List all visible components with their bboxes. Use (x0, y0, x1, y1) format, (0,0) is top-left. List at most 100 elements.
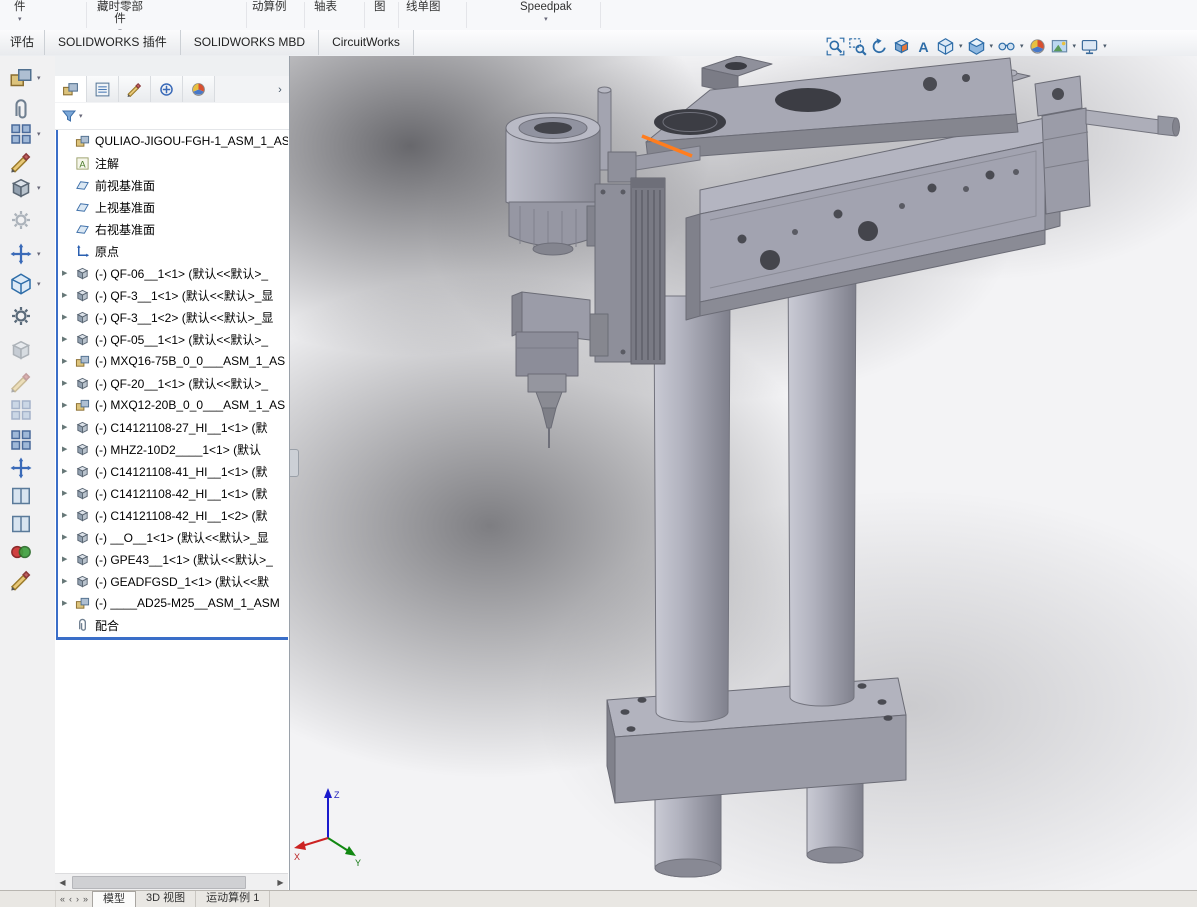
assembly-tool-11-icon[interactable] (9, 370, 33, 394)
tree-item-front-plane[interactable]: 前视基准面 (55, 174, 288, 196)
section-view-icon[interactable] (892, 37, 911, 56)
ribbon-item[interactable]: 动算例 (252, 1, 287, 13)
previous-sheet-icon[interactable]: ‹ (69, 894, 72, 904)
chevron-down-icon[interactable]: ▾ (37, 184, 41, 192)
tab-featuremanager[interactable] (55, 76, 87, 102)
tab-propertymanager[interactable] (87, 76, 119, 102)
scrollbar-thumb[interactable] (72, 876, 246, 889)
ribbon-item[interactable]: 件▾ (14, 1, 26, 26)
expand-arrow-icon[interactable]: ▶ (62, 467, 75, 475)
assembly-tool-15-icon[interactable] (9, 484, 33, 508)
zoom-to-area-icon[interactable] (848, 37, 867, 56)
view-orientation-icon[interactable] (936, 37, 955, 56)
assembly-tool-09-icon[interactable] (9, 304, 33, 328)
expand-arrow-icon[interactable]: ▶ (62, 555, 75, 563)
assembly-tool-05-icon[interactable] (9, 176, 33, 200)
tab-model[interactable]: 模型 (92, 891, 136, 907)
graphics-viewport[interactable]: Z X Y (290, 56, 1197, 890)
assembly-tool-13-icon[interactable] (9, 428, 33, 452)
tree-item-component[interactable]: ▶(-) C14121108-42_HI__1<1> (默 (55, 482, 288, 504)
chevron-down-icon[interactable]: ▾ (37, 280, 41, 288)
expand-arrow-icon[interactable]: ▶ (62, 379, 75, 387)
view-settings-icon[interactable] (1080, 37, 1099, 56)
assembly-tool-04-icon[interactable] (9, 150, 33, 174)
previous-view-icon[interactable] (870, 37, 889, 56)
expand-arrow-icon[interactable]: ▶ (62, 577, 75, 585)
assembly-tool-10-icon[interactable] (9, 338, 33, 362)
chevron-down-icon[interactable]: ▾ (37, 130, 41, 138)
tab-solidworks-mbd[interactable]: SOLIDWORKS MBD (181, 30, 319, 55)
tree-item-component[interactable]: ▶(-) GEADFGSD_1<1> (默认<<默 (55, 570, 288, 592)
chevron-down-icon[interactable]: ▾ (1019, 42, 1025, 50)
chevron-down-icon[interactable]: ▾ (958, 42, 964, 50)
expand-arrow-icon[interactable]: ▶ (62, 291, 75, 299)
viewport-canvas[interactable] (290, 56, 1197, 890)
tab-displaymanager[interactable] (183, 76, 215, 102)
assembly-tool-16-icon[interactable] (9, 512, 33, 536)
tree-item-component[interactable]: ▶(-) QF-06__1<1> (默认<<默认>_ (55, 262, 288, 284)
tree-item-annotations[interactable]: 注解 (55, 152, 288, 174)
tree-item-top-plane[interactable]: 上视基准面 (55, 196, 288, 218)
chevron-down-icon[interactable]: ▾ (989, 42, 995, 50)
tree-item-root[interactable]: QULIAO-JIGOU-FGH-1_ASM_1_ASM (55, 130, 288, 152)
expand-arrow-icon[interactable]: ▶ (62, 599, 75, 607)
tree-item-component[interactable]: ▶(-) ____AD25-M25__ASM_1_ASM (55, 592, 288, 614)
tab-solidworks-addins[interactable]: SOLIDWORKS 插件 (45, 30, 181, 55)
first-sheet-icon[interactable]: « (60, 894, 65, 904)
tree-item-component[interactable]: ▶(-) QF-20__1<1> (默认<<默认>_ (55, 372, 288, 394)
tree-item-component[interactable]: ▶(-) C14121108-27_HI__1<1> (默 (55, 416, 288, 438)
scroll-right-icon[interactable]: ▶ (273, 878, 288, 887)
assembly-tool-17-icon[interactable] (9, 540, 33, 564)
assembly-tool-06-icon[interactable] (9, 208, 33, 232)
assembly-tool-14-icon[interactable] (9, 456, 33, 480)
tree-item-component[interactable]: ▶(-) __O__1<1> (默认<<默认>_显 (55, 526, 288, 548)
tab-dimxpertmanager[interactable] (151, 76, 183, 102)
expand-arrow-icon[interactable]: ▶ (62, 423, 75, 431)
tree-item-component[interactable]: ▶(-) GPE43__1<1> (默认<<默认>_ (55, 548, 288, 570)
ribbon-item[interactable]: 轴表 (314, 1, 337, 13)
expand-arrow-icon[interactable]: ▶ (62, 533, 75, 541)
assembly-tool-12-icon[interactable] (9, 398, 33, 422)
tree-item-component[interactable]: ▶(-) QF-05__1<1> (默认<<默认>_ (55, 328, 288, 350)
view-annotations-icon[interactable] (914, 37, 933, 56)
scrollbar-track[interactable] (70, 875, 273, 889)
chevron-down-icon[interactable]: ▾ (79, 112, 83, 120)
assembly-tool-08-icon[interactable] (9, 272, 33, 296)
expand-arrow-icon[interactable]: ▶ (62, 357, 75, 365)
assembly-tool-01-icon[interactable] (9, 66, 33, 90)
tab-motion-study-1[interactable]: 运动算例 1 (196, 891, 270, 907)
tree-item-component[interactable]: ▶(-) C14121108-42_HI__1<2> (默 (55, 504, 288, 526)
tree-item-right-plane[interactable]: 右视基准面 (55, 218, 288, 240)
assembly-tool-07-icon[interactable] (9, 242, 33, 266)
tree-item-mates[interactable]: 配合 (55, 614, 288, 636)
ribbon-item[interactable]: Speedpak▾ (520, 1, 572, 26)
tree-item-component[interactable]: ▶(-) MHZ2-10D2____1<1> (默认 (55, 438, 288, 460)
tree-item-component[interactable]: ▶(-) C14121108-41_HI__1<1> (默 (55, 460, 288, 482)
rollback-bar[interactable] (56, 637, 288, 640)
tree-item-component[interactable]: ▶(-) QF-3__1<1> (默认<<默认>_显 (55, 284, 288, 306)
expand-arrow-icon[interactable]: ▶ (62, 335, 75, 343)
tree-filter[interactable]: ▾ (55, 103, 289, 130)
filter-funnel-icon[interactable] (61, 108, 77, 124)
tab-3d-views[interactable]: 3D 视图 (136, 891, 196, 907)
assembly-tool-03-icon[interactable] (9, 122, 33, 146)
expand-arrow-icon[interactable]: ▶ (62, 401, 75, 409)
expand-arrow-icon[interactable]: ▶ (62, 489, 75, 497)
assembly-tool-18-icon[interactable] (9, 568, 33, 592)
expand-arrow-icon[interactable]: ▶ (62, 445, 75, 453)
last-sheet-icon[interactable]: » (83, 894, 88, 904)
chevron-down-icon[interactable]: ▾ (37, 74, 41, 82)
expand-arrow-icon[interactable]: ▶ (62, 511, 75, 519)
hide-show-items-icon[interactable] (997, 37, 1016, 56)
tab-overflow-chevron-icon[interactable]: › (271, 76, 289, 103)
expand-arrow-icon[interactable]: ▶ (62, 269, 75, 277)
tab-evaluate[interactable]: 评估 (0, 30, 45, 55)
display-style-icon[interactable] (967, 37, 986, 56)
ribbon-item[interactable]: 图 (374, 1, 386, 13)
chevron-down-icon[interactable]: ▾ (37, 250, 41, 258)
scroll-left-icon[interactable]: ◀ (55, 878, 70, 887)
paperclip-icon[interactable] (9, 98, 33, 122)
tree-item-component[interactable]: ▶(-) QF-3__1<2> (默认<<默认>_显 (55, 306, 288, 328)
expand-arrow-icon[interactable]: ▶ (62, 313, 75, 321)
chevron-down-icon[interactable]: ▾ (1072, 42, 1078, 50)
